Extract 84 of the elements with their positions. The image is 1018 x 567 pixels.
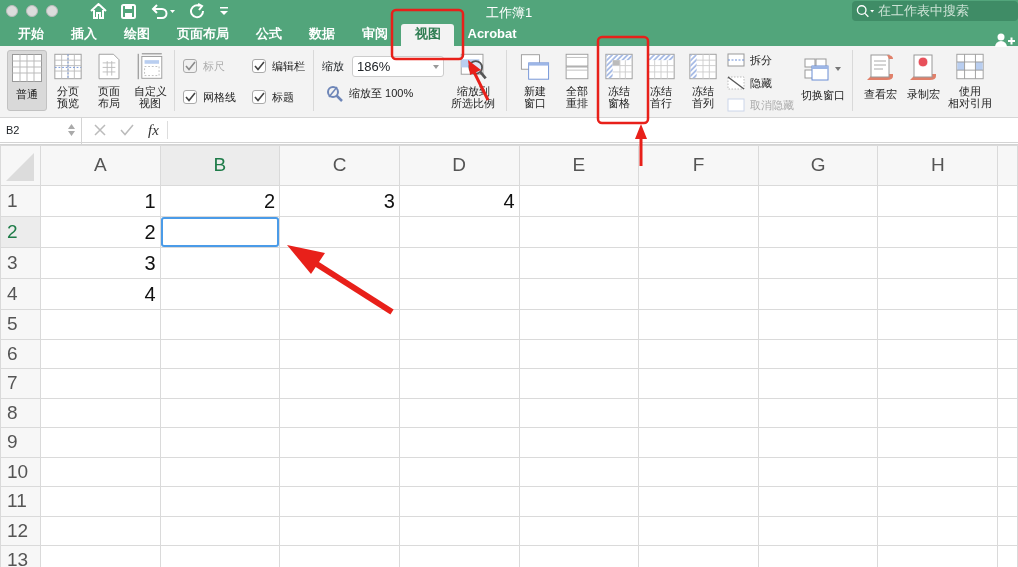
- table-cell: 1: [40, 185, 161, 217]
- row-header[interactable]: 7: [0, 368, 41, 398]
- ribbon-tab[interactable]: 视图: [401, 24, 454, 46]
- undo-icon[interactable]: [150, 3, 176, 19]
- row-header[interactable]: 4: [0, 278, 41, 310]
- column-header[interactable]: E: [519, 145, 639, 186]
- macro-button[interactable]: 使用 相对引用: [945, 50, 995, 111]
- checkbox-label: 标题: [272, 89, 294, 105]
- column-header[interactable]: G: [758, 145, 878, 186]
- freeze-panes-icon: [602, 52, 636, 81]
- checkbox[interactable]: [252, 89, 266, 104]
- zoom-100-button[interactable]: 缩放至 100%: [322, 85, 444, 102]
- view-button[interactable]: 普通: [7, 50, 47, 111]
- row-header[interactable]: 2: [0, 216, 41, 248]
- column-header[interactable]: A: [40, 145, 161, 186]
- zoom-label: 缩放: [322, 59, 344, 75]
- row-header[interactable]: 8: [0, 398, 41, 428]
- table-cell: 4: [40, 278, 161, 310]
- window-button[interactable]: 冻结 首行: [641, 50, 681, 111]
- add-person-icon[interactable]: [994, 31, 1016, 48]
- row-header[interactable]: 6: [0, 339, 41, 369]
- table-cell: 3: [279, 185, 400, 217]
- window-option-button[interactable]: 隐藏: [727, 74, 794, 91]
- macro-button[interactable]: 查看宏: [859, 50, 901, 111]
- window-button[interactable]: 冻结 窗格: [599, 50, 639, 111]
- enter-check-icon[interactable]: [120, 124, 134, 136]
- dropdown-caret-icon[interactable]: [433, 64, 439, 69]
- windows-icon: [518, 52, 552, 81]
- cancel-icon[interactable]: [94, 124, 106, 136]
- row-header[interactable]: 11: [0, 486, 41, 516]
- page-break-icon: [51, 52, 85, 81]
- column-header[interactable]: F: [638, 145, 759, 186]
- sheet-grid-icon: [10, 52, 44, 84]
- row-header[interactable]: 1: [0, 185, 41, 217]
- checkbox-label: 编辑栏: [272, 59, 305, 74]
- row-header[interactable]: 13: [0, 545, 41, 567]
- search-field[interactable]: 在工作表中搜索: [852, 1, 1018, 21]
- table-cell: 4: [399, 185, 519, 217]
- window-control-button[interactable]: [46, 5, 58, 17]
- column-header[interactable]: B: [160, 145, 280, 186]
- table-cell: 2: [40, 216, 161, 248]
- table-cell: 3: [40, 247, 161, 279]
- window-button[interactable]: 新建 窗口: [515, 50, 555, 111]
- checkbox[interactable]: [183, 89, 197, 104]
- annotation-arrow: [635, 124, 647, 166]
- row-header[interactable]: 5: [0, 309, 41, 339]
- window-control-button[interactable]: [26, 5, 38, 17]
- window-control-button[interactable]: [6, 5, 18, 17]
- checkbox-label: 标尺: [203, 59, 225, 74]
- name-box-field[interactable]: B2: [0, 116, 82, 144]
- view-button[interactable]: 分页 预览: [48, 50, 88, 111]
- hide-icon: [727, 75, 745, 90]
- row-header[interactable]: 3: [0, 247, 41, 279]
- relative-reference-icon: [953, 52, 987, 81]
- column-header[interactable]: D: [399, 145, 519, 186]
- redo-icon[interactable]: [190, 3, 205, 19]
- spinner-arrows-icon[interactable]: [68, 124, 75, 136]
- row-header[interactable]: 9: [0, 427, 41, 457]
- insert-function-button[interactable]: fx: [148, 118, 159, 142]
- window-button[interactable]: 全部 重排: [557, 50, 597, 111]
- window-option-button[interactable]: 拆分: [727, 52, 794, 69]
- view-button[interactable]: 页面 布局: [89, 50, 129, 111]
- switch-windows-button[interactable]: 切换窗口: [798, 50, 848, 111]
- column-header[interactable]: H: [877, 145, 998, 186]
- window-title: 工作簿1: [485, 5, 533, 20]
- checkbox-label: 网格线: [203, 89, 236, 105]
- row-header[interactable]: 10: [0, 457, 41, 487]
- active-cell[interactable]: [160, 216, 280, 248]
- magnifier-icon: [326, 85, 344, 102]
- row-header[interactable]: 12: [0, 516, 41, 546]
- macro-button[interactable]: 录制宏: [902, 50, 944, 111]
- freeze-first-column-icon: [686, 52, 720, 81]
- save-icon[interactable]: [121, 3, 136, 19]
- table-cell: 2: [160, 185, 280, 217]
- checkbox[interactable]: [252, 59, 266, 74]
- window-button[interactable]: 冻结 首列: [683, 50, 723, 111]
- unhide-icon: [727, 98, 745, 113]
- zoom-combo-field[interactable]: 186%: [352, 56, 444, 77]
- customize-caret-icon[interactable]: [219, 6, 229, 16]
- column-header[interactable]: C: [279, 145, 400, 186]
- view-button[interactable]: 自定义 视图: [130, 50, 170, 111]
- split-icon: [727, 53, 745, 68]
- home-icon[interactable]: [90, 3, 107, 19]
- search-icon: [856, 4, 875, 18]
